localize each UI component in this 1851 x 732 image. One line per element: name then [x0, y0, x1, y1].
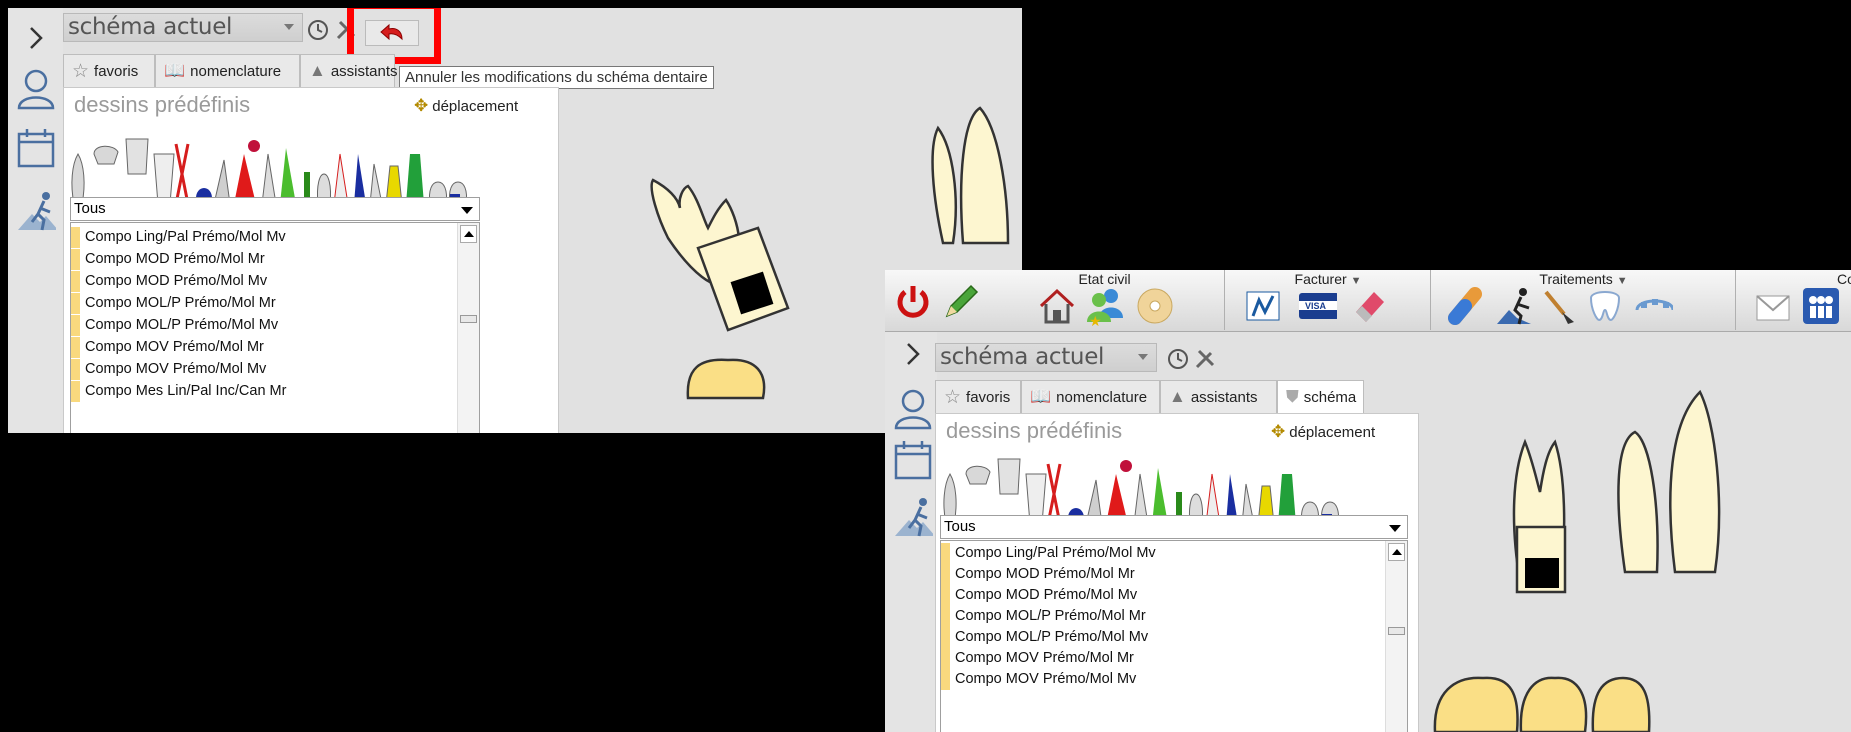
tab-bar: ☆ favoris 📖 nomenclature ▲ assistants: [63, 54, 398, 87]
tab-favoris[interactable]: ☆ favoris: [63, 54, 155, 87]
pill-icon[interactable]: [1447, 286, 1487, 326]
expand-chevron-icon[interactable]: [893, 332, 933, 376]
tab-schema[interactable]: ⛊ schéma: [1277, 380, 1364, 413]
section-title: dessins prédéfinis: [74, 92, 251, 117]
predefined-drawings-panel: dessins prédéfinis ✥ déplacement Tous Co…: [935, 413, 1419, 732]
calendar-icon[interactable]: [893, 438, 933, 482]
main-toolbar: Etat civil ★ Facturer ▼ VISA Traitements…: [885, 270, 1851, 332]
dental-chart-canvas[interactable]: [1425, 332, 1851, 732]
list-scrollbar[interactable]: [1385, 541, 1407, 732]
wizard-hat-icon: ▲: [1169, 387, 1186, 406]
chevron-down-icon: [461, 207, 473, 214]
billing-icon[interactable]: [1243, 286, 1283, 326]
chevron-down-icon: [1138, 354, 1148, 360]
sidebar: [885, 332, 937, 732]
mail-icon[interactable]: [1753, 286, 1793, 326]
works-icon[interactable]: [893, 494, 933, 538]
scroll-thumb[interactable]: [460, 315, 477, 323]
svg-text:★: ★: [1089, 314, 1102, 326]
drawing-list[interactable]: Compo Ling/Pal Prémo/Mol Mv Compo MOD Pr…: [70, 222, 480, 433]
group-icon[interactable]: [1801, 286, 1841, 326]
list-item[interactable]: Compo MOL/P Prémo/Mol Mv: [941, 627, 1148, 648]
home-icon[interactable]: [1037, 286, 1077, 326]
wizard-hat-icon: ▲: [309, 61, 326, 80]
tab-assistants[interactable]: ▲ assistants: [300, 54, 398, 87]
filter-select[interactable]: Tous: [940, 515, 1408, 539]
list-item[interactable]: Compo MOD Prémo/Mol Mv: [941, 585, 1137, 606]
drawing-list[interactable]: Compo Ling/Pal Prémo/Mol Mv Compo MOD Pr…: [940, 540, 1408, 732]
list-item[interactable]: Compo MOV Prémo/Mol Mr: [941, 648, 1134, 669]
undo-button[interactable]: [365, 20, 419, 46]
list-scrollbar[interactable]: [457, 223, 479, 433]
predefined-drawings-panel: dessins prédéfinis ✥ déplacement Tous Co…: [63, 87, 559, 433]
list-item[interactable]: Compo MOL/P Prémo/Mol Mv: [71, 315, 278, 336]
list-item[interactable]: Compo Mes Lin/Pal Inc/Can Mr: [71, 381, 286, 402]
list-item[interactable]: Compo MOL/P Prémo/Mol Mr: [71, 293, 276, 314]
eraser-icon[interactable]: [1350, 286, 1390, 326]
schema-select-value: schéma actuel: [940, 344, 1105, 370]
star-icon: ☆: [72, 60, 90, 82]
list-item[interactable]: Compo MOV Prémo/Mol Mv: [71, 359, 266, 380]
tooth-icon: ⛊: [1286, 387, 1299, 406]
filter-select[interactable]: Tous: [70, 197, 480, 221]
chevron-down-icon: [284, 24, 294, 30]
section-title: dessins prédéfinis: [946, 418, 1123, 443]
list-item[interactable]: Compo Ling/Pal Prémo/Mol Mv: [941, 543, 1156, 564]
move-icon: ✥: [1271, 422, 1286, 441]
list-item[interactable]: Compo MOL/P Prémo/Mol Mr: [941, 606, 1146, 627]
list-item[interactable]: Compo MOD Prémo/Mol Mv: [71, 271, 267, 292]
visa-card-icon[interactable]: VISA: [1297, 286, 1337, 326]
sidebar: [8, 8, 63, 433]
scroll-up-arrow-icon[interactable]: [1388, 543, 1405, 561]
calendar-icon[interactable]: [16, 126, 56, 170]
list-item[interactable]: Compo MOV Prémo/Mol Mr: [71, 337, 264, 358]
list-item[interactable]: Compo Ling/Pal Prémo/Mol Mv: [71, 227, 286, 248]
brush-icon[interactable]: [1540, 286, 1580, 326]
patient-icon[interactable]: [16, 66, 56, 110]
move-button[interactable]: ✥ déplacement: [414, 96, 518, 116]
expand-chevron-icon[interactable]: [16, 16, 56, 60]
window-1: schéma actuel ☆ favoris 📖 nomenclature ▲ as…: [8, 8, 1022, 433]
tab-assistants[interactable]: ▲ assistants: [1160, 380, 1277, 413]
book-icon: 📖: [1030, 387, 1052, 406]
schema-select[interactable]: schéma actuel: [935, 343, 1157, 372]
works-icon[interactable]: [1495, 286, 1535, 326]
list-item[interactable]: Compo MOD Prémo/Mol Mr: [941, 564, 1135, 585]
tools-icon[interactable]: [1193, 347, 1217, 371]
schema-select-value: schéma actuel: [68, 14, 233, 40]
undo-icon: [380, 23, 403, 41]
svg-text:VISA: VISA: [1305, 301, 1327, 311]
list-item[interactable]: Compo MOV Prémo/Mol Mv: [941, 669, 1136, 690]
tab-bar: ☆ favoris 📖 nomenclature ▲ assistants ⛊ sché…: [935, 380, 1364, 413]
move-button[interactable]: ✥ déplacement: [1271, 422, 1375, 442]
braces-icon[interactable]: [1633, 286, 1673, 326]
history-icon[interactable]: [1166, 347, 1190, 371]
schema-select[interactable]: schéma actuel: [63, 13, 303, 42]
patients-icon[interactable]: ★: [1085, 286, 1125, 326]
window-2: Etat civil ★ Facturer ▼ VISA Traitements…: [885, 270, 1851, 732]
chevron-down-icon: [1389, 525, 1401, 532]
patient-icon[interactable]: [893, 386, 933, 430]
move-icon: ✥: [414, 96, 429, 115]
scroll-thumb[interactable]: [1388, 627, 1405, 635]
tab-nomenclature[interactable]: 📖 nomenclature: [155, 54, 300, 87]
tab-nomenclature[interactable]: 📖 nomenclature: [1021, 380, 1160, 413]
tooth-icon[interactable]: [1585, 286, 1625, 326]
cd-icon[interactable]: [1135, 286, 1175, 326]
star-icon: ☆: [944, 386, 962, 408]
history-icon[interactable]: [306, 18, 330, 42]
book-icon: 📖: [164, 61, 186, 80]
tab-favoris[interactable]: ☆ favoris: [935, 380, 1021, 413]
scroll-up-arrow-icon[interactable]: [460, 225, 477, 243]
list-item[interactable]: Compo MOD Prémo/Mol Mr: [71, 249, 265, 270]
works-icon[interactable]: [16, 188, 56, 232]
